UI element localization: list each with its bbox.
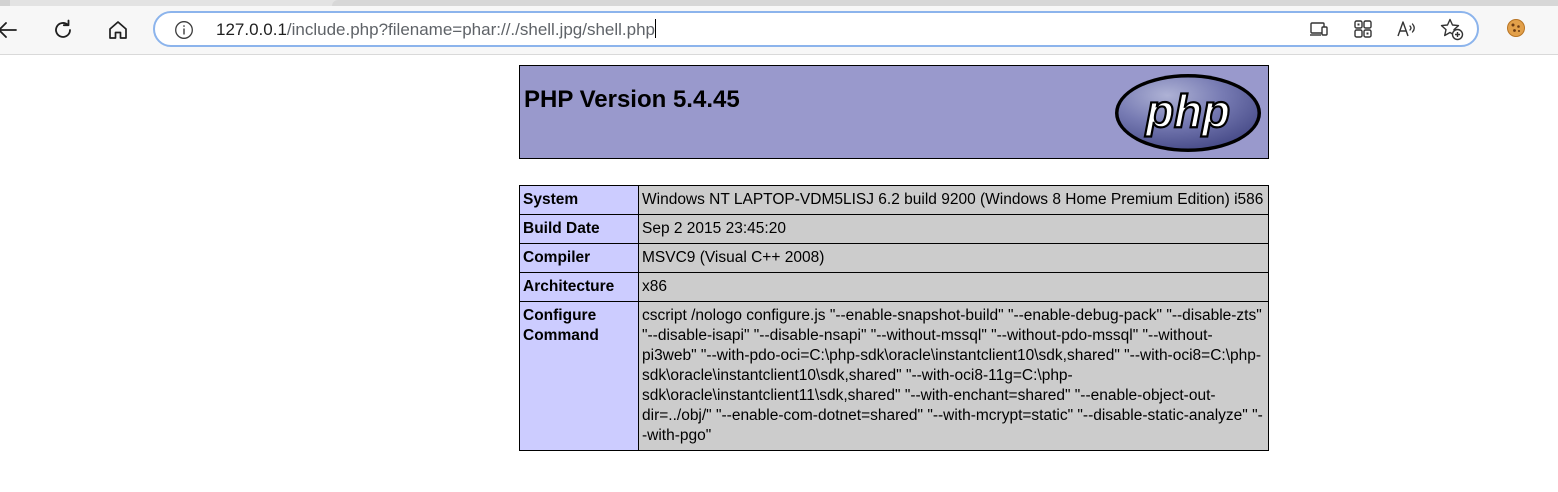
table-row: Configure Command cscript /nologo config…: [519, 301, 1269, 451]
refresh-icon: [51, 18, 75, 42]
add-favorite-icon: [1440, 17, 1464, 45]
row-value: Windows NT LAPTOP-VDM5LISJ 6.2 build 920…: [638, 185, 1269, 215]
address-bar[interactable]: 127.0.0.1/include.php?filename=phar://./…: [153, 11, 1479, 47]
back-button[interactable]: [0, 13, 24, 47]
add-favorite-button[interactable]: [1438, 17, 1466, 45]
page-title: PHP Version 5.4.45: [524, 86, 740, 113]
row-key: Configure Command: [519, 301, 639, 451]
row-key: Architecture: [519, 272, 639, 302]
browser-toolbar: 127.0.0.1/include.php?filename=phar://./…: [0, 6, 1558, 55]
apps-button[interactable]: [1349, 17, 1377, 45]
table-row: Compiler MSVC9 (Visual C++ 2008): [519, 243, 1269, 273]
row-key: System: [519, 185, 639, 215]
row-value: cscript /nologo configure.js "--enable-s…: [638, 301, 1269, 451]
logo-text: php: [1144, 85, 1230, 137]
cookie-icon: [1506, 18, 1526, 42]
profile-button[interactable]: [1503, 17, 1529, 43]
page-content: PHP Version 5.4.45 php System Windows NT…: [0, 55, 1558, 492]
arrow-left-icon: [0, 19, 18, 41]
read-aloud-icon: [1396, 19, 1418, 43]
url-text[interactable]: 127.0.0.1/include.php?filename=phar://./…: [216, 19, 657, 41]
cast-button[interactable]: [1305, 17, 1333, 45]
refresh-button[interactable]: [46, 13, 80, 47]
text-caret: [655, 19, 657, 38]
row-value: Sep 2 2015 23:45:20: [638, 214, 1269, 244]
row-key: Compiler: [519, 243, 639, 273]
php-logo: php: [1113, 72, 1263, 158]
phpinfo-table: System Windows NT LAPTOP-VDM5LISJ 6.2 bu…: [519, 185, 1269, 451]
url-host: 127.0.0.1: [216, 20, 287, 39]
info-icon[interactable]: [174, 20, 194, 40]
phpinfo-header: PHP Version 5.4.45 php: [519, 65, 1269, 159]
home-icon: [107, 19, 129, 41]
cast-icon: [1309, 20, 1329, 42]
row-value: x86: [638, 272, 1269, 302]
apps-icon: [1353, 19, 1373, 43]
row-value: MSVC9 (Visual C++ 2008): [638, 243, 1269, 273]
url-path: /include.php?filename=phar://./shell.jpg…: [286, 20, 656, 39]
row-key: Build Date: [519, 214, 639, 244]
table-row: System Windows NT LAPTOP-VDM5LISJ 6.2 bu…: [519, 185, 1269, 215]
read-aloud-button[interactable]: [1393, 17, 1421, 45]
table-row: Build Date Sep 2 2015 23:45:20: [519, 214, 1269, 244]
home-button[interactable]: [101, 13, 135, 47]
table-row: Architecture x86: [519, 272, 1269, 302]
